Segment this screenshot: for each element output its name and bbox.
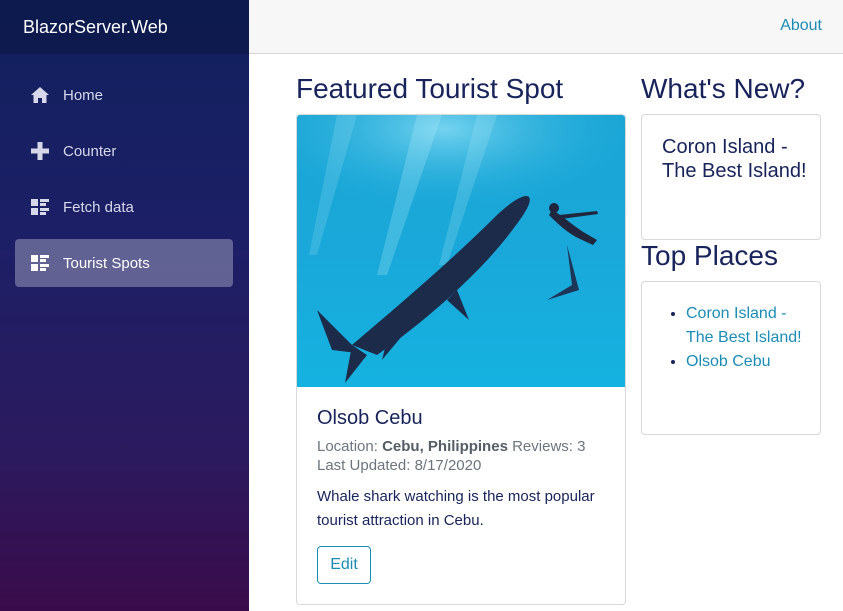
sidebar-item-label: Counter: [63, 142, 117, 160]
location-value: Cebu, Philippines: [382, 438, 508, 455]
news-headline[interactable]: Coron Island - The Best Island!: [662, 135, 807, 183]
top-places-title: Top Places: [641, 240, 778, 271]
sidebar-item-label: Tourist Spots: [63, 254, 150, 272]
featured-title: Featured Tourist Spot: [296, 73, 564, 104]
top-places-list: Coron Island - The Best Island! Olsob Ce…: [686, 302, 806, 374]
top-place-link[interactable]: Olsob Cebu: [686, 353, 771, 370]
list-rich-icon: [30, 253, 50, 273]
featured-spot-card: Olsob Cebu Location: Cebu, Philippines R…: [296, 114, 626, 605]
whats-new-card: Coron Island - The Best Island!: [641, 114, 821, 240]
updated-label: Last Updated:: [317, 457, 411, 474]
whats-new-title: What's New?: [641, 73, 806, 104]
plus-icon: [30, 141, 50, 161]
location-label: Location:: [317, 438, 378, 455]
spot-image: [297, 115, 625, 387]
edit-button[interactable]: Edit: [317, 546, 371, 584]
sidebar-item-counter[interactable]: Counter: [15, 127, 233, 175]
top-place-link[interactable]: Coron Island - The Best Island!: [686, 305, 802, 346]
sidebar-item-home[interactable]: Home: [15, 71, 233, 119]
top-row: About: [249, 0, 843, 54]
spot-meta: Location: Cebu, Philippines Reviews: 3 L…: [317, 437, 585, 475]
app-brand[interactable]: BlazorServer.Web: [0, 0, 249, 54]
spot-description: Whale shark watching is the most popular…: [317, 488, 595, 529]
updated-date: 8/17/2020: [414, 457, 482, 474]
top-places-card: Coron Island - The Best Island! Olsob Ce…: [641, 281, 821, 435]
list-item: Coron Island - The Best Island!: [686, 302, 806, 350]
reviews-count: 3: [577, 438, 586, 455]
sidebar-item-fetch-data[interactable]: Fetch data: [15, 183, 233, 231]
list-item: Olsob Cebu: [686, 350, 806, 374]
sidebar-item-label: Home: [63, 86, 104, 104]
sidebar-item-tourist-spots[interactable]: Tourist Spots: [15, 239, 233, 287]
spot-name: Olsob Cebu: [317, 407, 423, 429]
sidebar: BlazorServer.Web Home Counter Fetch data: [0, 0, 249, 611]
about-link[interactable]: About: [780, 17, 822, 35]
list-rich-icon: [30, 197, 50, 217]
sidebar-item-label: Fetch data: [63, 198, 134, 216]
reviews-label: Reviews:: [512, 438, 573, 455]
home-icon: [30, 85, 50, 105]
